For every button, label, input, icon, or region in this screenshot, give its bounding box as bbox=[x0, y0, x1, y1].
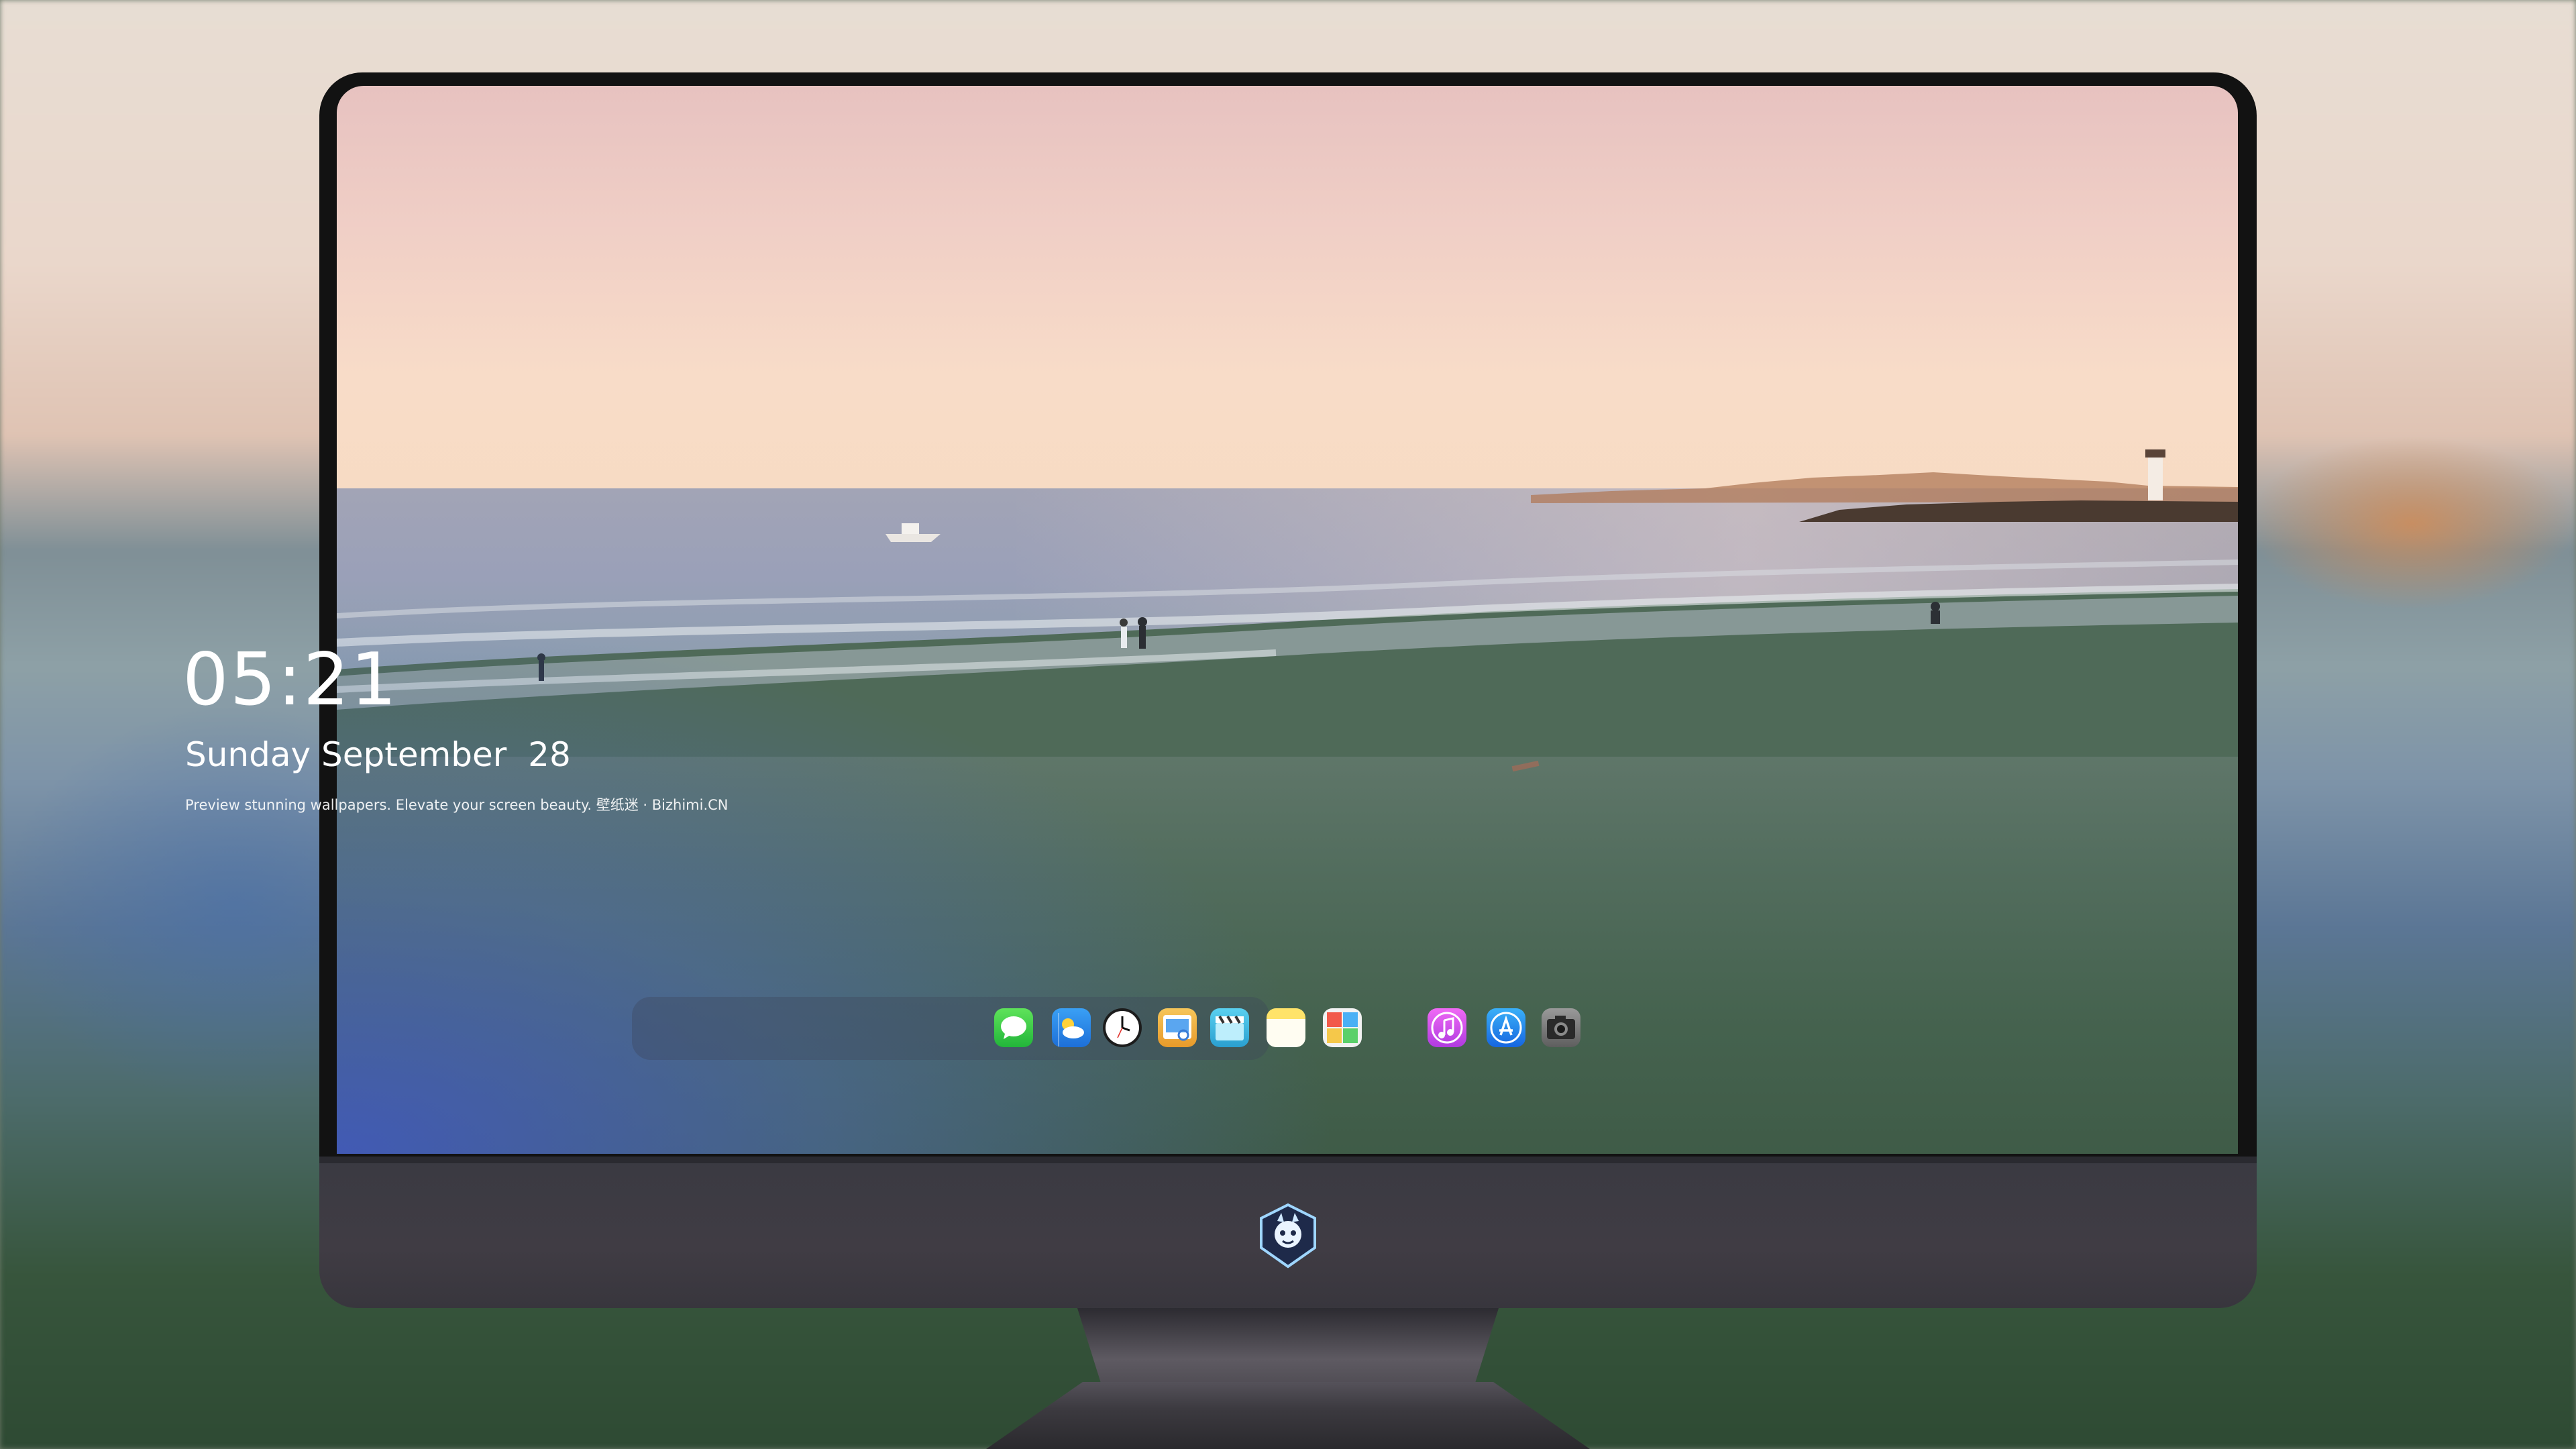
dragon-mascot-logo bbox=[1260, 1203, 1316, 1269]
monitor-stand-base bbox=[986, 1382, 1590, 1449]
lock-screen-clock: 05:21 bbox=[182, 638, 398, 722]
dock-separator bbox=[1058, 1013, 1059, 1046]
messages-icon[interactable] bbox=[994, 1008, 1033, 1047]
notes-icon[interactable] bbox=[1267, 1008, 1305, 1047]
lock-screen-date: Sunday September 28 bbox=[185, 735, 571, 774]
monitor-chin-edge bbox=[319, 1157, 2257, 1163]
monitor-screen bbox=[337, 86, 2238, 1154]
clock-icon[interactable] bbox=[1103, 1008, 1142, 1047]
photo-booth-icon[interactable] bbox=[1323, 1008, 1362, 1047]
lock-screen-tagline: Preview stunning wallpapers. Elevate you… bbox=[185, 797, 729, 813]
background-sunset-glow bbox=[2247, 436, 2576, 610]
itunes-icon[interactable] bbox=[1428, 1008, 1466, 1047]
camera-icon[interactable] bbox=[1542, 1008, 1580, 1047]
preview-icon[interactable] bbox=[1158, 1008, 1197, 1047]
app-store-icon[interactable] bbox=[1487, 1008, 1525, 1047]
blue-light-wash bbox=[337, 609, 1343, 1154]
claquette-icon[interactable] bbox=[1210, 1008, 1249, 1047]
